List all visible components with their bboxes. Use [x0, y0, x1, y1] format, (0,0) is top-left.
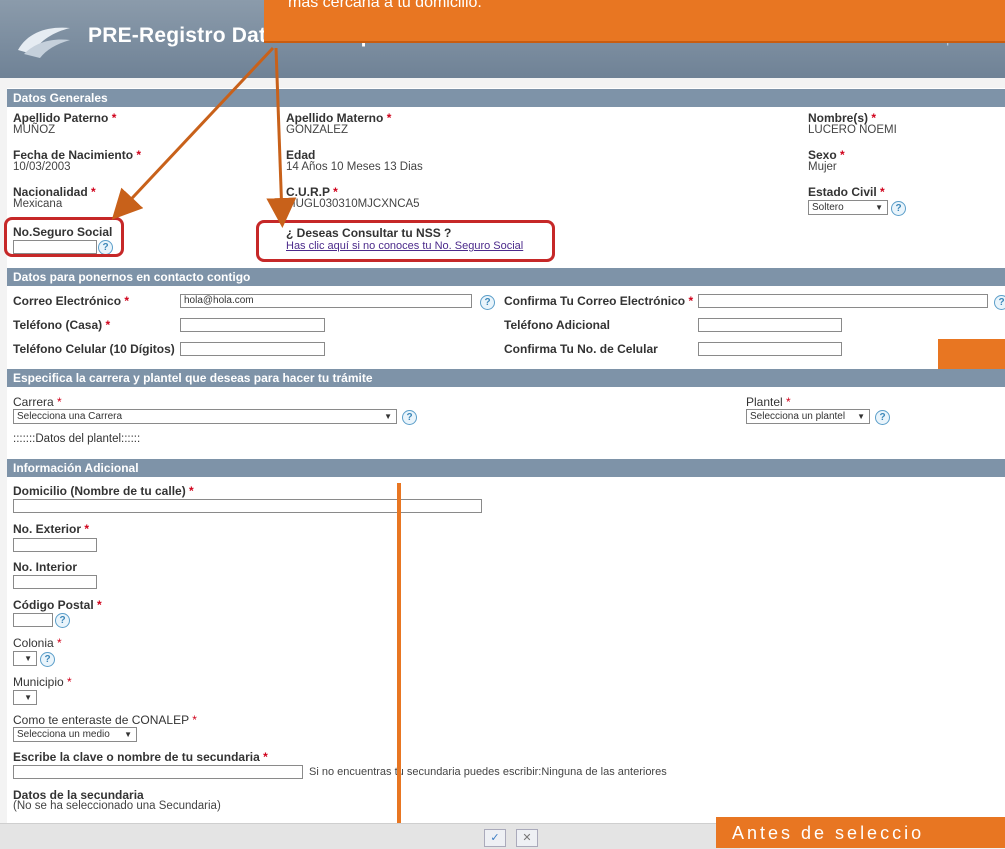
cross-icon[interactable]: ✕ — [516, 829, 538, 847]
check-icon[interactable]: ✓ — [484, 829, 506, 847]
arrow-to-nss — [111, 46, 275, 220]
callout-bottom-text: Antes de seleccio — [732, 823, 925, 843]
tooltip-callout-bottom: Antes de seleccio — [716, 817, 1005, 848]
annotation-line — [397, 483, 401, 848]
bottom-toolbar — [0, 823, 740, 849]
annotation-arrows — [111, 46, 297, 228]
arrow-to-consultar-nss — [266, 47, 297, 228]
